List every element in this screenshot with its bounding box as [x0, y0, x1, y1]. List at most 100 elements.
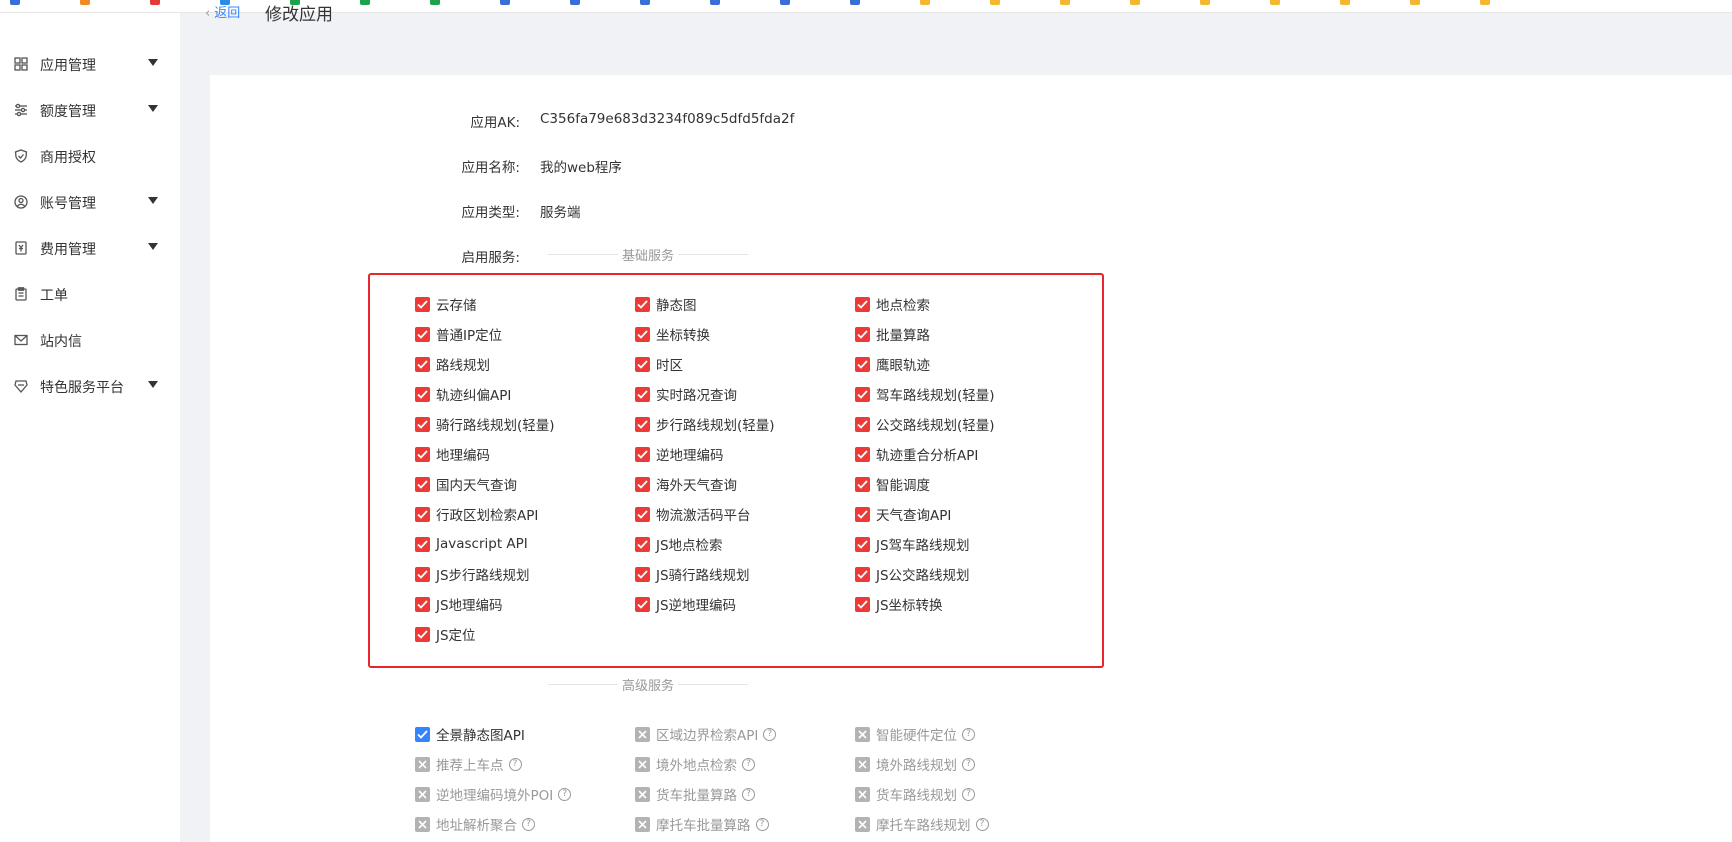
checkbox-checked-icon[interactable] — [415, 356, 430, 372]
sidebar-item-2[interactable]: 额度管理 — [0, 90, 180, 130]
checkbox-checked-icon[interactable] — [635, 566, 650, 582]
checkbox-checked-icon[interactable] — [855, 416, 870, 432]
checkbox-checked-icon[interactable] — [415, 296, 430, 312]
checkbox-checked-icon[interactable] — [415, 476, 430, 492]
caret-down-icon[interactable] — [148, 59, 158, 66]
caret-down-icon[interactable] — [148, 197, 158, 204]
basic-service-option[interactable]: JS地理编码 — [415, 594, 503, 614]
checkbox-checked-icon[interactable] — [635, 446, 650, 462]
basic-service-option[interactable]: 批量算路 — [855, 324, 930, 344]
help-icon[interactable]: ? — [763, 727, 777, 741]
bookmark-favicon[interactable] — [360, 0, 370, 5]
bookmark-favicon[interactable] — [1270, 0, 1280, 5]
caret-down-icon[interactable] — [148, 381, 158, 388]
basic-service-option[interactable]: 地点检索 — [855, 294, 930, 314]
help-icon[interactable]: ? — [975, 817, 989, 831]
checkbox-checked-icon[interactable] — [635, 476, 650, 492]
checkbox-checked-icon[interactable] — [855, 566, 870, 582]
basic-service-option[interactable]: Javascript API — [415, 534, 528, 554]
checkbox-checked-icon[interactable] — [415, 506, 430, 522]
basic-service-option[interactable]: 鹰眼轨迹 — [855, 354, 930, 374]
checkbox-checked-icon[interactable] — [855, 326, 870, 342]
checkbox-checked-icon[interactable] — [635, 326, 650, 342]
advanced-service-option[interactable]: 全景静态图API — [415, 724, 525, 744]
bookmark-favicon[interactable] — [780, 0, 790, 5]
help-icon[interactable]: ? — [522, 817, 535, 831]
help-icon[interactable]: ? — [742, 787, 755, 801]
checkbox-checked-icon[interactable] — [855, 476, 870, 492]
checkbox-checked-icon[interactable] — [635, 296, 650, 312]
checkbox-checked-icon[interactable] — [635, 536, 650, 552]
basic-service-option[interactable]: 时区 — [635, 354, 683, 374]
basic-service-option[interactable]: JS定位 — [415, 624, 476, 644]
checkbox-checked-icon[interactable] — [855, 506, 870, 522]
basic-service-option[interactable]: JS骑行路线规划 — [635, 564, 750, 584]
checkbox-checked-icon[interactable] — [635, 596, 650, 612]
basic-service-option[interactable]: 公交路线规划(轻量) — [855, 414, 995, 434]
checkbox-checked-icon[interactable] — [415, 726, 430, 742]
basic-service-option[interactable]: 国内天气查询 — [415, 474, 517, 494]
bookmark-favicon[interactable] — [150, 0, 160, 5]
sidebar-item-4[interactable]: 账号管理 — [0, 182, 180, 222]
checkbox-checked-icon[interactable] — [635, 386, 650, 402]
basic-service-option[interactable]: 逆地理编码 — [635, 444, 724, 464]
checkbox-checked-icon[interactable] — [855, 296, 870, 312]
basic-service-option[interactable]: 实时路况查询 — [635, 384, 737, 404]
caret-down-icon[interactable] — [148, 105, 158, 112]
checkbox-checked-icon[interactable] — [415, 386, 430, 402]
basic-service-option[interactable]: JS步行路线规划 — [415, 564, 530, 584]
basic-service-option[interactable]: 地理编码 — [415, 444, 490, 464]
bookmark-favicon[interactable] — [500, 0, 510, 5]
checkbox-disabled-icon[interactable] — [635, 786, 650, 802]
bookmark-favicon[interactable] — [80, 0, 90, 5]
bookmark-favicon[interactable] — [920, 0, 930, 5]
sidebar-item-8[interactable]: 特色服务平台 — [0, 366, 180, 406]
basic-service-option[interactable]: JS公交路线规划 — [855, 564, 970, 584]
checkbox-disabled-icon[interactable] — [415, 756, 430, 772]
checkbox-disabled-icon[interactable] — [415, 786, 430, 802]
checkbox-checked-icon[interactable] — [415, 626, 430, 642]
sidebar-item-3[interactable]: 商用授权 — [0, 136, 180, 176]
checkbox-checked-icon[interactable] — [635, 506, 650, 522]
checkbox-disabled-icon[interactable] — [635, 816, 650, 832]
help-icon[interactable]: ? — [742, 757, 755, 771]
bookmark-favicon[interactable] — [570, 0, 580, 5]
bookmark-favicon[interactable] — [1060, 0, 1070, 5]
basic-service-option[interactable]: 坐标转换 — [635, 324, 710, 344]
basic-service-option[interactable]: 行政区划检索API — [415, 504, 538, 524]
help-icon[interactable]: ? — [508, 757, 522, 771]
help-icon[interactable]: ? — [755, 817, 769, 831]
checkbox-checked-icon[interactable] — [415, 596, 430, 612]
checkbox-checked-icon[interactable] — [415, 416, 430, 432]
checkbox-disabled-icon[interactable] — [635, 726, 650, 742]
bookmark-favicon[interactable] — [640, 0, 650, 5]
bookmark-favicon[interactable] — [1410, 0, 1420, 5]
basic-service-option[interactable]: 步行路线规划(轻量) — [635, 414, 775, 434]
basic-service-option[interactable]: JS地点检索 — [635, 534, 723, 554]
bookmark-favicon[interactable] — [1130, 0, 1140, 5]
basic-service-option[interactable]: 静态图 — [635, 294, 697, 314]
checkbox-checked-icon[interactable] — [415, 446, 430, 462]
basic-service-option[interactable]: 物流激活码平台 — [635, 504, 751, 524]
bookmark-favicon[interactable] — [1340, 0, 1350, 5]
bookmark-favicon[interactable] — [10, 0, 20, 5]
checkbox-checked-icon[interactable] — [855, 446, 870, 462]
checkbox-disabled-icon[interactable] — [855, 726, 870, 742]
bookmark-favicon[interactable] — [1200, 0, 1210, 5]
sidebar-item-1[interactable]: 应用管理 — [0, 44, 180, 84]
help-icon[interactable]: ? — [962, 787, 975, 801]
checkbox-checked-icon[interactable] — [855, 386, 870, 402]
help-icon[interactable]: ? — [558, 787, 572, 801]
basic-service-option[interactable]: JS驾车路线规划 — [855, 534, 970, 554]
basic-service-option[interactable]: 云存储 — [415, 294, 477, 314]
checkbox-checked-icon[interactable] — [415, 326, 430, 342]
basic-service-option[interactable]: 轨迹重合分析API — [855, 444, 978, 464]
help-icon[interactable]: ? — [962, 757, 975, 771]
checkbox-checked-icon[interactable] — [635, 356, 650, 372]
checkbox-checked-icon[interactable] — [855, 356, 870, 372]
basic-service-option[interactable]: 驾车路线规划(轻量) — [855, 384, 995, 404]
sidebar-item-5[interactable]: 费用管理 — [0, 228, 180, 268]
basic-service-option[interactable]: JS坐标转换 — [855, 594, 943, 614]
checkbox-checked-icon[interactable] — [635, 416, 650, 432]
bookmark-favicon[interactable] — [710, 0, 720, 5]
